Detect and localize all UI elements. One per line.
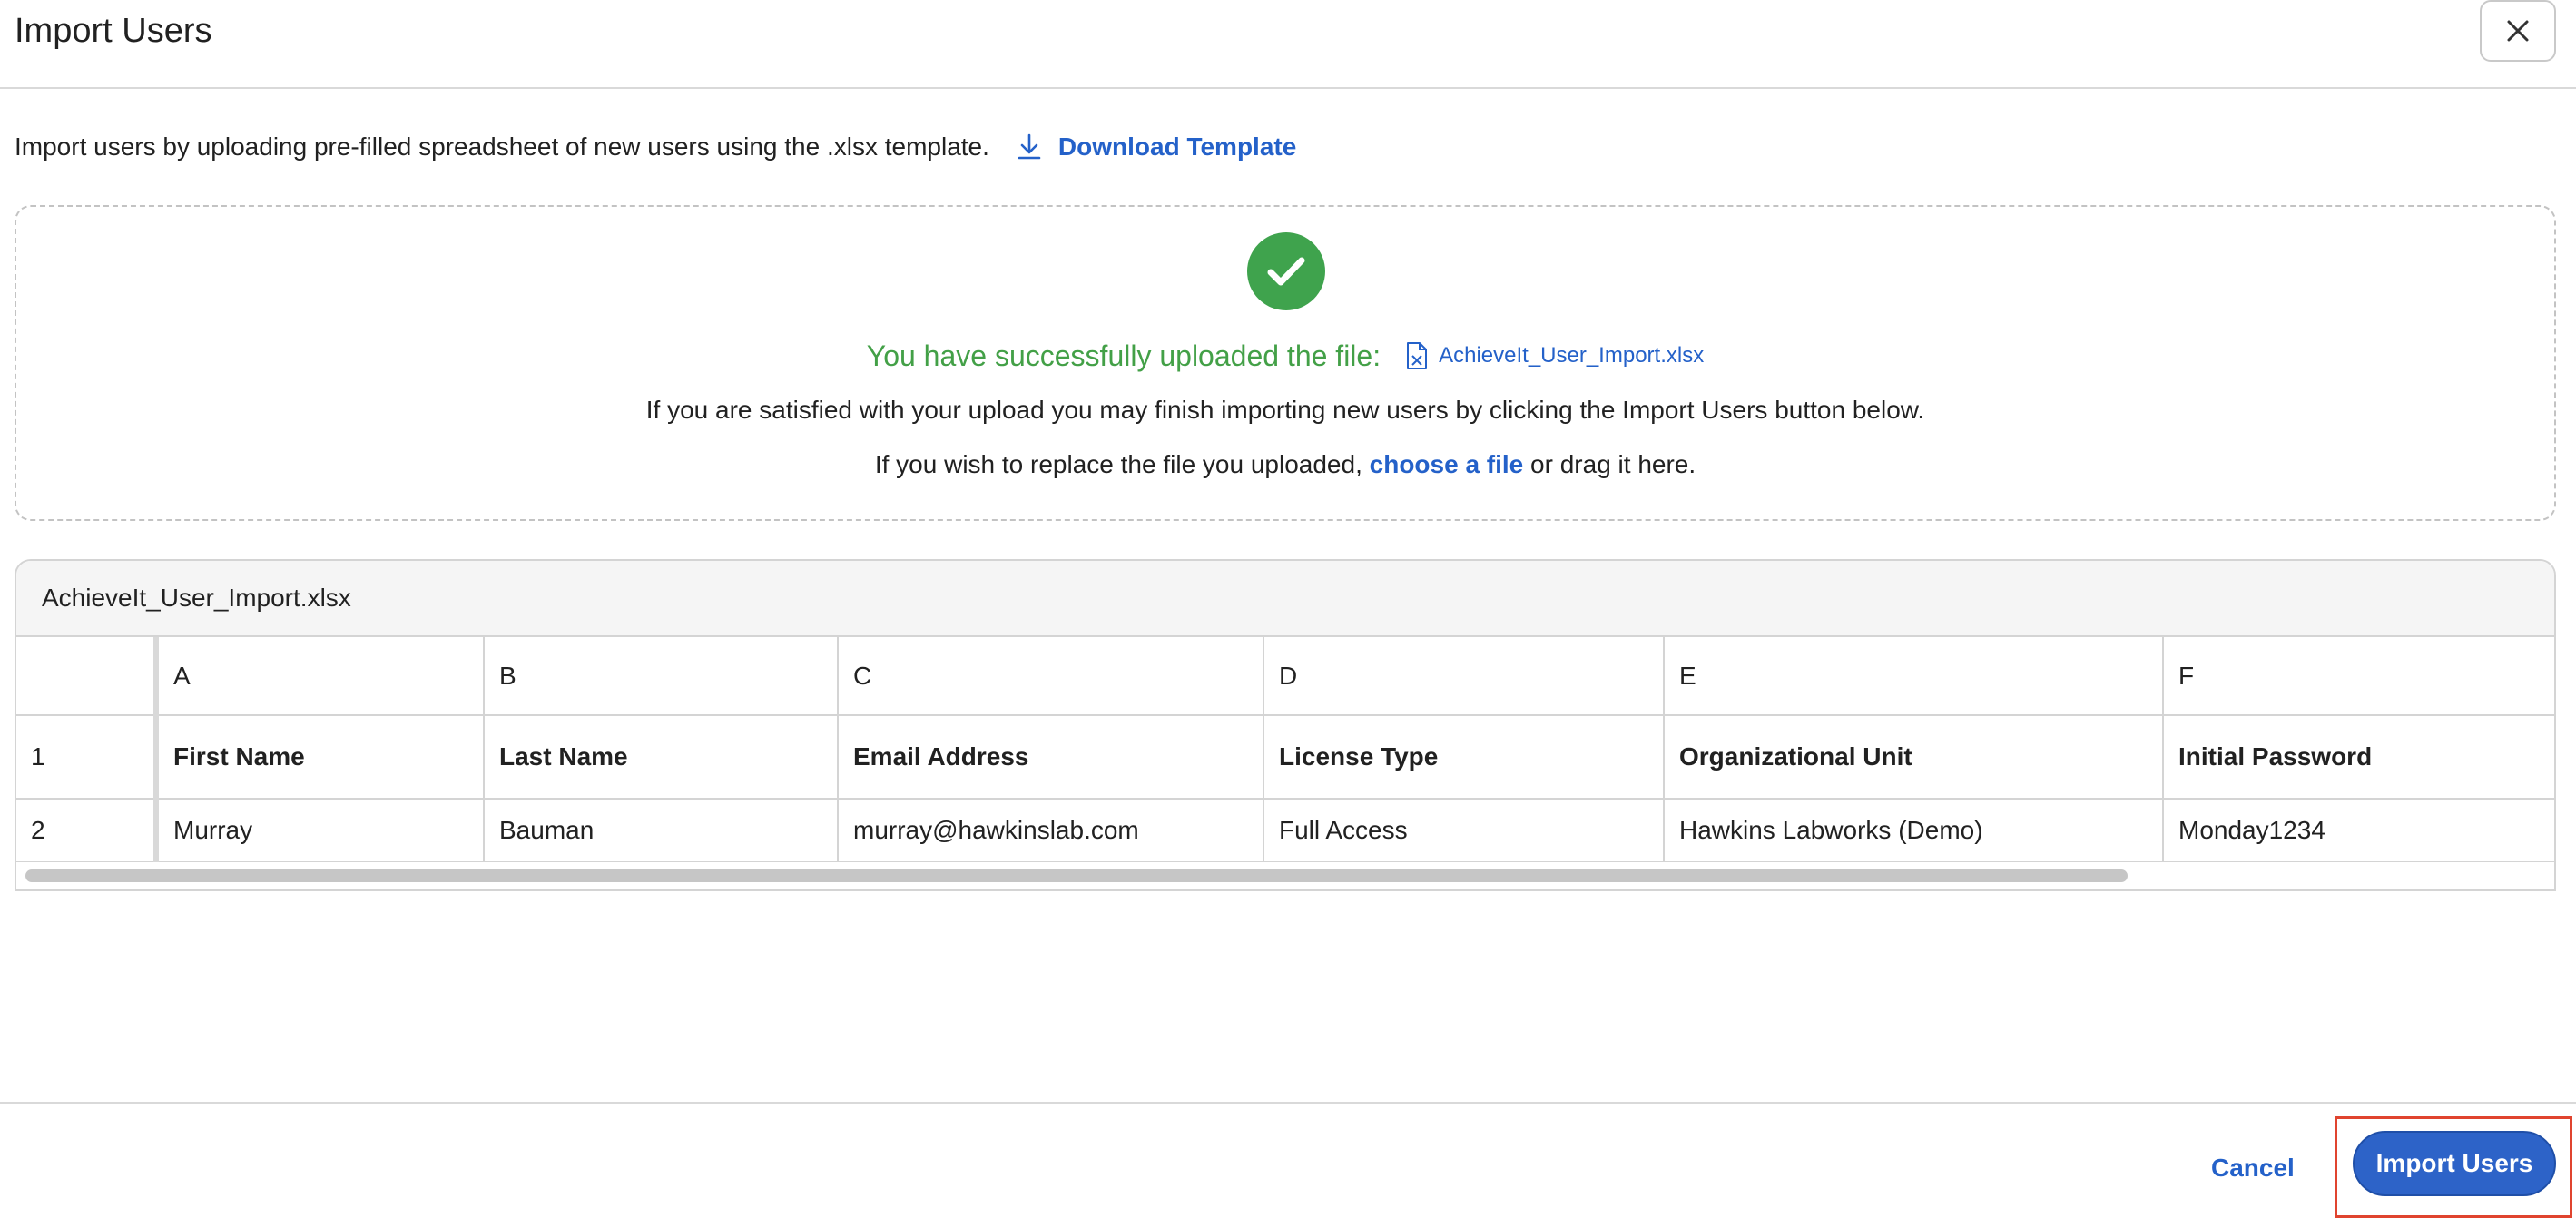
intro-text: Import users by uploading pre-filled spr… xyxy=(15,133,989,161)
replace-message: If you wish to replace the file you uplo… xyxy=(16,450,2554,479)
column-letter: B xyxy=(483,637,839,716)
download-icon xyxy=(1018,133,1041,160)
download-template-link[interactable]: Download Template xyxy=(1017,133,1296,162)
column-letter-row: A B C D E F xyxy=(16,637,2554,716)
column-letter: C xyxy=(837,637,1264,716)
column-letter: F xyxy=(2162,637,2554,716)
replace-suffix: or drag it here. xyxy=(1530,450,1696,478)
column-letter: E xyxy=(1663,637,2164,716)
column-letter: D xyxy=(1263,637,1665,716)
spreadsheet-grid: A B C D E F 1 First Name Last Name Email… xyxy=(16,637,2554,863)
close-button[interactable] xyxy=(2480,0,2556,62)
data-cell: Murray xyxy=(155,798,485,863)
success-message: You have successfully uploaded the file: xyxy=(866,339,1381,372)
data-cell: Full Access xyxy=(1263,798,1665,863)
header-cell: Last Name xyxy=(483,714,839,800)
scrollbar-thumb[interactable] xyxy=(25,869,2128,882)
row-number: 2 xyxy=(16,798,159,863)
header-cell: Email Address xyxy=(837,714,1264,800)
table-row: 2 Murray Bauman murray@hawkinslab.com Fu… xyxy=(16,798,2554,863)
cancel-button[interactable]: Cancel xyxy=(2200,1145,2306,1191)
dialog-header: Import Users xyxy=(0,0,2576,89)
column-letter: A xyxy=(155,637,485,716)
header-cell: Initial Password xyxy=(2162,714,2554,800)
upload-dropzone[interactable]: You have successfully uploaded the file:… xyxy=(15,205,2556,521)
uploaded-file-name: AchieveIt_User_Import.xlsx xyxy=(1439,343,1705,368)
data-cell: Hawkins Labworks (Demo) xyxy=(1663,798,2164,863)
replace-prefix: If you wish to replace the file you uplo… xyxy=(874,450,1362,478)
info-message: If you are satisfied with your upload yo… xyxy=(645,396,1925,424)
row-number: 1 xyxy=(16,714,159,800)
table-row: 1 First Name Last Name Email Address Lic… xyxy=(16,714,2554,800)
data-cell: murray@hawkinslab.com xyxy=(837,798,1264,863)
choose-file-link[interactable]: choose a file xyxy=(1370,450,1524,478)
download-template-label: Download Template xyxy=(1057,133,1297,161)
success-line: You have successfully uploaded the file:… xyxy=(16,334,2554,378)
dialog-title: Import Users xyxy=(15,12,212,50)
intro-row: Import users by uploading pre-filled spr… xyxy=(15,127,1296,167)
dialog-footer: Cancel Import Users xyxy=(0,1102,2576,1218)
corner-cell xyxy=(16,637,159,716)
excel-file-icon xyxy=(1407,342,1428,369)
header-cell: First Name xyxy=(155,714,485,800)
header-cell: License Type xyxy=(1263,714,1665,800)
horizontal-scrollbar[interactable] xyxy=(16,862,2554,889)
uploaded-file-link[interactable]: AchieveIt_User_Import.xlsx xyxy=(1406,341,1704,370)
import-users-button[interactable]: Import Users xyxy=(2353,1131,2556,1196)
data-cell: Monday1234 xyxy=(2162,798,2554,863)
spreadsheet-preview: AchieveIt_User_Import.xlsx A B C D E F 1… xyxy=(15,559,2556,891)
data-cell: Bauman xyxy=(483,798,839,863)
close-icon xyxy=(2507,20,2529,42)
spreadsheet-file-name: AchieveIt_User_Import.xlsx xyxy=(16,561,2554,637)
header-cell: Organizational Unit xyxy=(1663,714,2164,800)
success-check-icon xyxy=(1247,232,1325,310)
